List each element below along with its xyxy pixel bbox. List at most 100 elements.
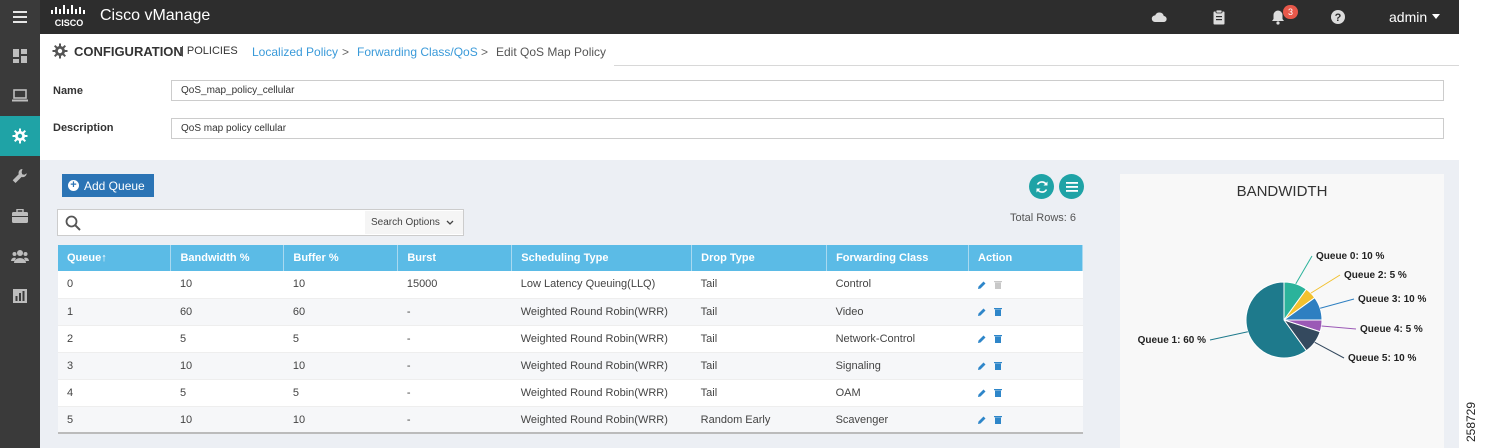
column-header-action: Action	[968, 245, 1083, 271]
sidebar-item-analytics[interactable]	[0, 276, 40, 316]
column-header-drop-type[interactable]: Drop Type	[691, 245, 828, 271]
cell-drop-type: Random Early	[691, 406, 827, 434]
edit-icon[interactable]	[977, 415, 986, 425]
cell-drop-type: Tail	[691, 298, 827, 326]
sidebar-item-administration[interactable]	[0, 236, 40, 276]
pie-label-connector	[1295, 255, 1313, 285]
cell-buffer: 5	[283, 325, 398, 353]
cell-buffer: 10	[283, 406, 398, 434]
column-header-queue[interactable]: Queue↑	[58, 245, 172, 271]
cell-queue: 0	[58, 271, 171, 299]
cell-drop-type: Tail	[691, 352, 827, 380]
help-icon[interactable]: ?	[1330, 9, 1346, 25]
total-rows-count: Total Rows: 6	[1010, 212, 1077, 224]
cell-forwarding-class: Network-Control	[826, 325, 969, 353]
search-input[interactable]	[86, 212, 382, 233]
cell-burst: -	[397, 298, 512, 326]
delete-icon[interactable]	[993, 334, 1002, 344]
add-queue-button[interactable]: + Add Queue	[62, 174, 154, 197]
cell-scheduling-type: Weighted Round Robin(WRR)	[511, 406, 692, 434]
cell-scheduling-type: Low Latency Queuing(LLQ)	[511, 271, 692, 299]
cell-forwarding-class: Video	[826, 298, 969, 326]
pie-slice-label: Queue 2: 5 %	[1344, 270, 1407, 281]
pie-slice-label: Queue 5: 10 %	[1348, 353, 1416, 364]
app-window: CISCO Cisco vManage 3 ? admin CONFIGURAT…	[0, 0, 1485, 448]
search-bar: Search Options	[57, 209, 464, 236]
search-options-dropdown[interactable]: Search Options	[365, 211, 463, 234]
page-header: CONFIGURATION | POLICIES Localized Polic…	[40, 34, 1459, 68]
cell-queue: 1	[58, 298, 171, 326]
description-label: Description	[53, 122, 114, 134]
breadcrumb-forwarding-class[interactable]: Forwarding Class/QoS	[357, 45, 478, 59]
sidebar-item-tools[interactable]	[0, 156, 40, 196]
caret-down-icon[interactable]	[1432, 14, 1440, 19]
edit-icon[interactable]	[977, 307, 986, 317]
delete-icon[interactable]	[993, 307, 1002, 317]
sidebar-item-configuration[interactable]	[0, 116, 40, 156]
cell-drop-type: Tail	[691, 325, 827, 353]
name-field[interactable]	[171, 80, 1444, 101]
pie-label-connector	[1209, 331, 1248, 341]
column-header-burst[interactable]: Burst	[397, 245, 513, 271]
breadcrumb-localized-policy[interactable]: Localized Policy	[252, 45, 338, 59]
figure-id-stamp: 258729	[1464, 402, 1478, 442]
chevron-down-icon	[446, 220, 454, 225]
cell-burst: -	[397, 406, 512, 434]
briefcase-icon	[12, 209, 28, 223]
description-field[interactable]	[171, 118, 1444, 139]
breadcrumb-separator: >	[342, 45, 350, 59]
edit-icon[interactable]	[977, 388, 986, 398]
cell-action	[968, 379, 1083, 407]
cell-buffer: 10	[283, 271, 398, 299]
cell-bandwidth: 5	[170, 325, 284, 353]
svg-text:CISCO: CISCO	[55, 18, 84, 28]
cell-burst: -	[397, 379, 512, 407]
edit-icon[interactable]	[977, 334, 986, 344]
user-menu[interactable]: admin	[1389, 9, 1427, 25]
column-header-bandwidth[interactable]: Bandwidth %	[170, 245, 285, 271]
wrench-icon	[12, 169, 27, 183]
edit-icon[interactable]	[977, 280, 986, 289]
top-bar: CISCO Cisco vManage 3 ? admin	[0, 0, 1459, 34]
cloud-icon[interactable]	[1151, 9, 1167, 25]
cell-forwarding-class: OAM	[826, 379, 969, 407]
policy-form: Name Description	[40, 68, 1459, 160]
column-header-scheduling-type[interactable]: Scheduling Type	[511, 245, 693, 271]
breadcrumb-current: Edit QoS Map Policy	[496, 45, 607, 59]
cell-action	[968, 325, 1083, 353]
clipboard-icon[interactable]	[1211, 9, 1227, 25]
page-title: CONFIGURATION	[74, 44, 183, 59]
hamburger-menu-icon[interactable]	[0, 0, 40, 34]
pie-slice-label: Queue 1: 60 %	[1138, 335, 1206, 346]
queue-table: Queue↑ Bandwidth % Buffer % Burst Schedu…	[58, 245, 1083, 434]
cell-scheduling-type: Weighted Round Robin(WRR)	[511, 352, 692, 380]
column-header-forwarding-class[interactable]: Forwarding Class	[826, 245, 970, 271]
cell-bandwidth: 5	[170, 379, 284, 407]
cell-bandwidth: 10	[170, 271, 284, 299]
cisco-logo: CISCO	[51, 5, 85, 28]
edit-icon[interactable]	[977, 361, 986, 371]
cell-forwarding-class: Control	[826, 271, 969, 299]
sidebar-item-monitor[interactable]	[0, 76, 40, 116]
delete-icon[interactable]	[993, 361, 1002, 371]
page-subtitle: | POLICIES	[181, 45, 238, 57]
table-scrollbar[interactable]	[58, 432, 1083, 434]
cell-buffer: 10	[283, 352, 398, 380]
pie-label-connector	[1310, 274, 1341, 294]
cell-queue: 5	[58, 406, 171, 434]
cell-queue: 2	[58, 325, 171, 353]
dashboard-icon	[13, 49, 27, 63]
sidebar-item-dashboard[interactable]	[0, 36, 40, 76]
refresh-button[interactable]	[1029, 174, 1054, 199]
list-menu-button[interactable]	[1059, 174, 1084, 199]
app-title: Cisco vManage	[100, 7, 211, 24]
sidebar-item-maintenance[interactable]	[0, 196, 40, 236]
cell-scheduling-type: Weighted Round Robin(WRR)	[511, 298, 692, 326]
cell-scheduling-type: Weighted Round Robin(WRR)	[511, 325, 692, 353]
delete-icon[interactable]	[993, 388, 1002, 398]
column-header-buffer[interactable]: Buffer %	[283, 245, 399, 271]
delete-icon[interactable]	[993, 415, 1002, 425]
divider	[614, 65, 1459, 66]
gear-icon	[52, 43, 68, 59]
pie-slice-label: Queue 3: 10 %	[1358, 294, 1426, 305]
